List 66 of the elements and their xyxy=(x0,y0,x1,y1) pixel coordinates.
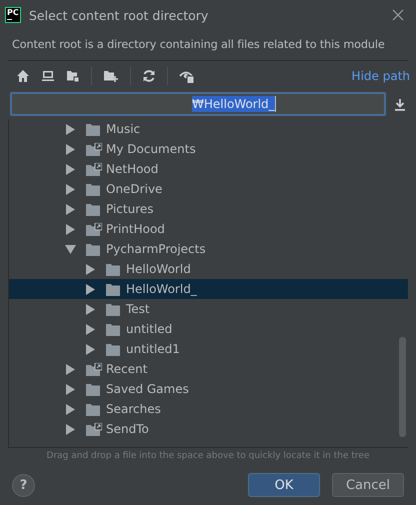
download-icon[interactable] xyxy=(394,98,406,110)
folder-name: Music xyxy=(106,122,140,136)
tree-item[interactable]: Saved Games xyxy=(9,379,408,399)
cancel-button[interactable]: Cancel xyxy=(332,473,404,497)
tree-item[interactable]: SendTo xyxy=(9,419,408,439)
folder-name: Searches xyxy=(106,402,161,416)
tree-item[interactable]: Searches xyxy=(9,399,408,419)
ok-button[interactable]: OK xyxy=(248,473,320,497)
window-title: Select content root directory xyxy=(29,8,210,22)
tree-item[interactable]: untitled xyxy=(9,319,408,339)
folder-name: untitled xyxy=(126,322,172,336)
folder-name: SendTo xyxy=(106,422,149,436)
tree-item[interactable]: PycharmProjects xyxy=(9,239,408,259)
close-icon[interactable] xyxy=(392,9,404,21)
expand-arrow-icon[interactable] xyxy=(85,264,96,274)
tree-item[interactable]: My Documents xyxy=(9,139,408,159)
folder-icon[interactable] xyxy=(66,69,80,83)
tree-item[interactable]: Pictures xyxy=(9,199,408,219)
expand-arrow-icon[interactable] xyxy=(65,384,76,394)
tree-item[interactable]: PrintHood xyxy=(9,219,408,239)
tree-item[interactable]: OneDrive xyxy=(9,179,408,199)
expand-arrow-icon[interactable] xyxy=(65,184,76,194)
folder-name: Saved Games xyxy=(106,382,189,396)
collapse-arrow-icon[interactable] xyxy=(65,244,76,254)
tree-item[interactable]: Test xyxy=(9,299,408,319)
hint-text: Drag and drop a file into the space above to quickly locate it in the tree xyxy=(46,450,370,463)
folder-name: Pictures xyxy=(106,202,154,216)
expand-arrow-icon[interactable] xyxy=(65,424,76,434)
help-button[interactable]: ? xyxy=(12,474,35,496)
desktop-icon[interactable] xyxy=(41,69,55,83)
expand-arrow-icon[interactable] xyxy=(85,324,96,334)
tree-item[interactable]: Music xyxy=(9,119,408,139)
tree-item[interactable]: HelloWorld_ xyxy=(9,279,408,299)
expand-arrow-icon[interactable] xyxy=(85,284,96,294)
folder-name: PycharmProjects xyxy=(106,242,206,256)
folder-name: Test xyxy=(126,302,150,316)
expand-arrow-icon[interactable] xyxy=(65,364,76,374)
refresh-icon[interactable] xyxy=(142,69,156,83)
expand-arrow-icon[interactable] xyxy=(65,404,76,414)
tree-item[interactable]: NetHood xyxy=(9,159,408,179)
folder-name: untitled1 xyxy=(126,342,180,356)
folder-name: Recent xyxy=(106,362,148,376)
tree-item[interactable]: Recent xyxy=(9,359,408,379)
path-field[interactable]: ₩HelloWorld_ xyxy=(10,92,386,116)
show-hidden-icon[interactable] xyxy=(179,68,195,84)
folder-name: HelloWorld xyxy=(126,262,191,276)
app-logo-icon: PC xyxy=(5,7,21,23)
expand-arrow-icon[interactable] xyxy=(65,204,76,214)
folder-name: HelloWorld_ xyxy=(126,282,197,296)
folder-name: My Documents xyxy=(106,142,196,156)
expand-arrow-icon[interactable] xyxy=(65,144,76,154)
expand-arrow-icon[interactable] xyxy=(85,304,96,314)
home-icon[interactable] xyxy=(16,69,30,83)
expand-arrow-icon[interactable] xyxy=(65,124,76,134)
tree-item[interactable]: untitled1 xyxy=(9,339,408,359)
tree-item[interactable]: HelloWorld xyxy=(9,259,408,279)
folder-name: PrintHood xyxy=(106,222,165,236)
expand-arrow-icon[interactable] xyxy=(65,164,76,174)
folder-name: NetHood xyxy=(106,162,158,176)
description-text: Content root is a directory containing all files related to this module xyxy=(11,37,386,53)
folder-name: OneDrive xyxy=(106,182,162,196)
expand-arrow-icon[interactable] xyxy=(65,224,76,234)
expand-arrow-icon[interactable] xyxy=(85,344,96,354)
scrollbar[interactable] xyxy=(399,337,406,437)
new-folder-icon[interactable] xyxy=(103,69,119,83)
hide-path-link[interactable]: Hide path xyxy=(352,69,410,83)
